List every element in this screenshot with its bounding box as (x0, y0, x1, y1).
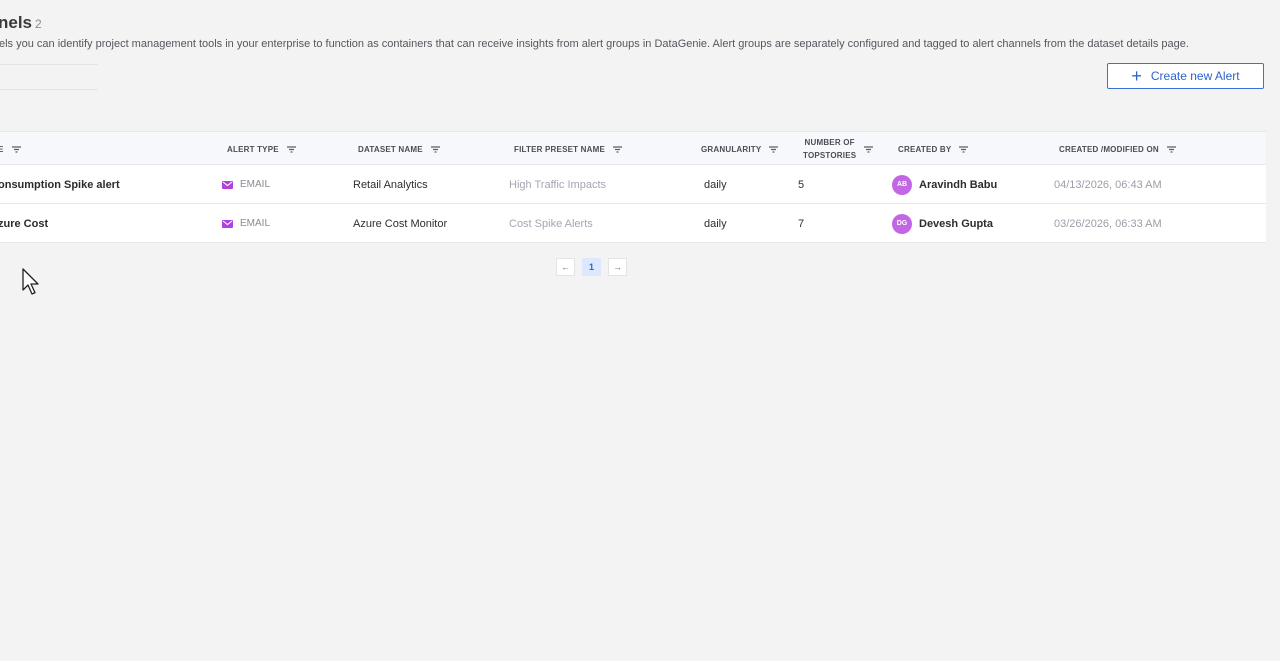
created-on: 03/26/2026, 06:33 AM (1054, 217, 1162, 230)
dataset-name: Retail Analytics (353, 178, 428, 191)
dataset-name: Azure Cost Monitor (353, 217, 448, 230)
column-topstories[interactable]: NUMBER OF TOPSTORIES (803, 132, 874, 166)
alert-name[interactable]: zure Cost (0, 204, 48, 243)
topstories-count: 7 (798, 217, 805, 230)
page-title: nels 2 (0, 13, 42, 32)
divider (0, 64, 98, 65)
create-alert-button[interactable]: + Create new Alert (1107, 63, 1264, 89)
pagination: ← 1 → (556, 258, 627, 276)
table-row[interactable]: zure Cost EMAIL Azure Cost Monitor Cost … (0, 204, 1266, 243)
column-granularity[interactable]: GRANULARITY (701, 132, 779, 166)
divider (0, 89, 98, 90)
avatar: DG (892, 213, 912, 234)
created-by: AB Aravindh Babu (892, 165, 997, 204)
avatar: AB (892, 174, 912, 195)
column-alert-type[interactable]: ALERT TYPE (227, 132, 296, 166)
mouse-cursor-icon (22, 268, 39, 295)
column-created-by[interactable]: CREATED BY (898, 132, 969, 166)
alerts-table: E ALERT TYPE DATASET NAME FILTER PRESET … (0, 131, 1266, 243)
channel-count: 2 (35, 17, 42, 31)
alert-name[interactable]: onsumption Spike alert (0, 165, 120, 204)
next-page-button[interactable]: → (608, 258, 627, 276)
filter-preset[interactable]: High Traffic Impacts (509, 165, 606, 204)
filter-icon[interactable] (286, 145, 296, 153)
prev-page-button[interactable]: ← (556, 258, 575, 276)
granularity: daily (704, 217, 727, 230)
filter-icon[interactable] (613, 145, 623, 153)
column-name[interactable]: E (0, 132, 21, 166)
filter-icon[interactable] (864, 145, 874, 153)
column-filter-preset[interactable]: FILTER PRESET NAME (514, 132, 623, 166)
filter-icon[interactable] (959, 145, 969, 153)
topstories-count: 5 (798, 178, 805, 191)
filter-icon[interactable] (430, 145, 440, 153)
created-by: DG Devesh Gupta (892, 204, 993, 243)
created-on: 04/13/2026, 06:43 AM (1054, 178, 1162, 191)
table-row[interactable]: onsumption Spike alert EMAIL Retail Anal… (0, 165, 1266, 204)
page-description: els you can identify project management … (0, 38, 1189, 50)
alert-type: EMAIL (222, 165, 270, 204)
mail-icon (222, 219, 233, 228)
filter-icon[interactable] (1166, 145, 1176, 153)
column-created-on[interactable]: CREATED /MODIFIED ON (1059, 132, 1176, 166)
page-1-button[interactable]: 1 (582, 258, 601, 276)
filter-icon[interactable] (11, 145, 21, 153)
column-dataset-name[interactable]: DATASET NAME (358, 132, 440, 166)
table-header: E ALERT TYPE DATASET NAME FILTER PRESET … (0, 131, 1266, 165)
plus-icon: + (1131, 66, 1142, 86)
filter-preset[interactable]: Cost Spike Alerts (509, 204, 593, 243)
alert-type: EMAIL (222, 204, 270, 243)
granularity: daily (704, 178, 727, 191)
filter-icon[interactable] (769, 145, 779, 153)
mail-icon (222, 180, 233, 189)
